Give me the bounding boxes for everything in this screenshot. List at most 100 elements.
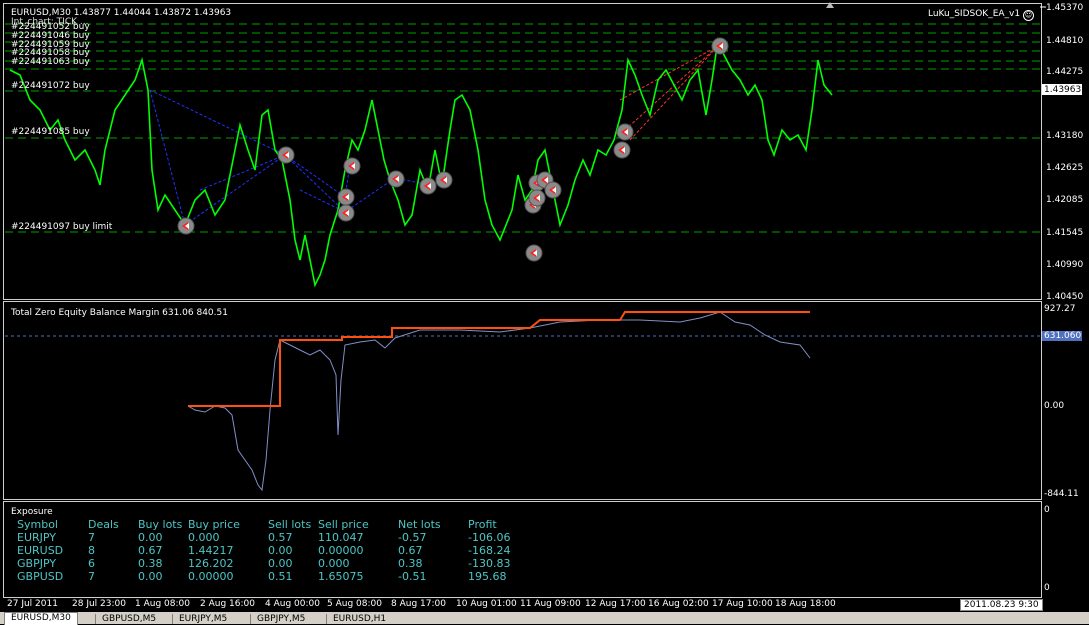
time-label: 27 Jul 2011 <box>7 599 58 609</box>
trade-marker-icon <box>616 123 634 141</box>
trade-marker-icon <box>177 217 195 235</box>
price-tick-label: 1.44275 <box>1046 67 1084 77</box>
exposure-cell: -130.83 <box>468 557 511 570</box>
order-label: #224491072 buy <box>11 81 90 91</box>
trade-connector-lines <box>149 45 719 226</box>
price-tick-label: 1.42085 <box>1046 195 1084 205</box>
exposure-cell: 0.00000 <box>188 570 234 583</box>
equity-tick-top: 927.27 <box>1044 304 1076 314</box>
exposure-header: Sell lots <box>268 518 312 531</box>
equity-line <box>187 311 811 492</box>
exposure-cell: 8 <box>88 544 95 557</box>
exposure-column: Net lots -0.57 0.67 0.38 -0.51 <box>398 518 441 583</box>
time-label: 11 Aug 09:00 <box>520 599 581 609</box>
trade-marker-icon <box>419 177 437 195</box>
equity-chart-canvas[interactable] <box>0 300 1089 500</box>
time-label: 5 Aug 08:00 <box>327 599 382 609</box>
time-label: 18 Aug 18:00 <box>775 599 836 609</box>
trade-marker-icon <box>711 37 729 55</box>
trade-marker-icon <box>343 157 361 175</box>
time-label: 2 Aug 16:00 <box>200 599 255 609</box>
exposure-column: Sell price 110.047 0.00000 0.000 1.65075 <box>318 518 369 583</box>
trade-markers <box>177 37 729 262</box>
trade-marker-icon <box>337 204 355 222</box>
chart-shift-arrow-icon[interactable] <box>826 2 834 8</box>
time-label: 1 Aug 08:00 <box>135 599 190 609</box>
trade-connector-line <box>284 154 346 213</box>
price-tick-label: 1.42625 <box>1046 163 1084 173</box>
order-label: #224491063 buy <box>11 57 90 67</box>
exposure-cell: 0.00 <box>268 544 293 557</box>
time-label: 8 Aug 17:00 <box>391 599 446 609</box>
order-label: #224491097 buy limit <box>11 222 113 232</box>
equity-panel-title: Total Zero Equity Balance Margin 631.06 … <box>11 308 228 318</box>
price-tick-label: 1.41545 <box>1046 228 1084 238</box>
chart-tab[interactable]: EURUSD,H1 <box>326 614 392 624</box>
exposure-header: Sell price <box>318 518 369 531</box>
exposure-cell: 0.00 <box>268 557 293 570</box>
exposure-cell: -106.06 <box>468 531 511 544</box>
exposure-cell: 7 <box>88 531 95 544</box>
exposure-cell: GBPUSD <box>17 570 64 583</box>
trade-marker-icon <box>387 170 405 188</box>
exposure-cell: 110.047 <box>318 531 364 544</box>
trade-connector-line <box>629 45 719 141</box>
time-label: 10 Aug 01:00 <box>456 599 517 609</box>
trade-connector-line <box>284 154 346 198</box>
exposure-cell: 1.44217 <box>188 544 234 557</box>
current-time-box: 2011.08.23 9:30 <box>960 599 1043 611</box>
exposure-cell: -168.24 <box>468 544 511 557</box>
price-chart-canvas[interactable] <box>0 0 1089 300</box>
time-label: 16 Aug 02:00 <box>648 599 709 609</box>
price-tick-label: 1.45370 <box>1046 3 1084 13</box>
trade-marker-icon <box>525 244 543 262</box>
smiley-icon: ☺ <box>1022 10 1034 21</box>
chart-tab[interactable]: GBPUSD,M5 <box>95 614 162 624</box>
exposure-column: Profit -106.06 -168.24 -130.83 195.68 <box>468 518 510 583</box>
current-price-label: 1.43963 <box>1044 85 1082 95</box>
exposure-tick-bottom: 0 <box>1044 583 1050 593</box>
exposure-header: Net lots <box>398 518 441 531</box>
exposure-cell: 0.67 <box>398 544 423 557</box>
exposure-cell: -0.57 <box>398 531 427 544</box>
price-line <box>9 36 833 288</box>
exposure-cell: 7 <box>88 570 95 583</box>
chart-tabs-bar: EURUSD,M30 GBPUSD,M5 EURJPY,M5 GBPJPY,M5 EUR… <box>0 612 1089 625</box>
trade-marker-icon <box>528 189 546 207</box>
exposure-cell: 0.67 <box>138 544 163 557</box>
exposure-tick-top: 0 <box>1044 505 1050 515</box>
exposure-cell: 195.68 <box>468 570 507 583</box>
trade-connector-line <box>149 89 186 226</box>
trade-marker-icon <box>277 146 295 164</box>
exposure-cell: GBPJPY <box>17 557 57 570</box>
time-label: 28 Jul 23:00 <box>72 599 126 609</box>
price-tick-label: 1.44810 <box>1046 36 1084 46</box>
equity-tick-current: 631.060 <box>1044 331 1082 341</box>
trade-marker-icon <box>337 188 355 206</box>
exposure-cell: 126.202 <box>188 557 234 570</box>
equity-tick-zero: 0.00 <box>1044 401 1065 411</box>
exposure-cell: 0.000 <box>318 557 350 570</box>
exposure-column: Buy lots 0.00 0.67 0.38 0.00 <box>138 518 182 583</box>
ea-name-label: LuKu_SIDSOK_EA_v1 <box>928 9 1021 19</box>
exposure-header: Profit <box>468 518 497 531</box>
exposure-cell: EURJPY <box>17 531 56 544</box>
exposure-cell: 0.00000 <box>318 544 364 557</box>
exposure-cell: 0.00 <box>138 531 163 544</box>
exposure-header: Buy lots <box>138 518 183 531</box>
chart-tab[interactable]: GBPJPY,M5 <box>250 614 311 624</box>
exposure-cell: EURUSD <box>17 544 64 557</box>
exposure-cell: -0.51 <box>398 570 427 583</box>
exposure-header: Symbol <box>17 518 58 531</box>
exposure-cell: 1.65075 <box>318 570 364 583</box>
chart-tab[interactable]: EURUSD,M30 <box>4 612 78 625</box>
exposure-column: Symbol EURJPY EURUSD GBPJPY GBPUSD <box>17 518 63 583</box>
price-tick-label: 1.43180 <box>1046 131 1084 141</box>
price-tick-label: 1.40990 <box>1046 260 1084 270</box>
exposure-cell: 0.57 <box>268 531 293 544</box>
exposure-cell: 6 <box>88 557 95 570</box>
chart-tab[interactable]: EURJPY,M5 <box>172 614 233 624</box>
balance-line <box>188 311 810 407</box>
ea-name: LuKu_SIDSOK_EA_v1 ☺ <box>928 9 1034 21</box>
exposure-cell: 0.000 <box>188 531 220 544</box>
